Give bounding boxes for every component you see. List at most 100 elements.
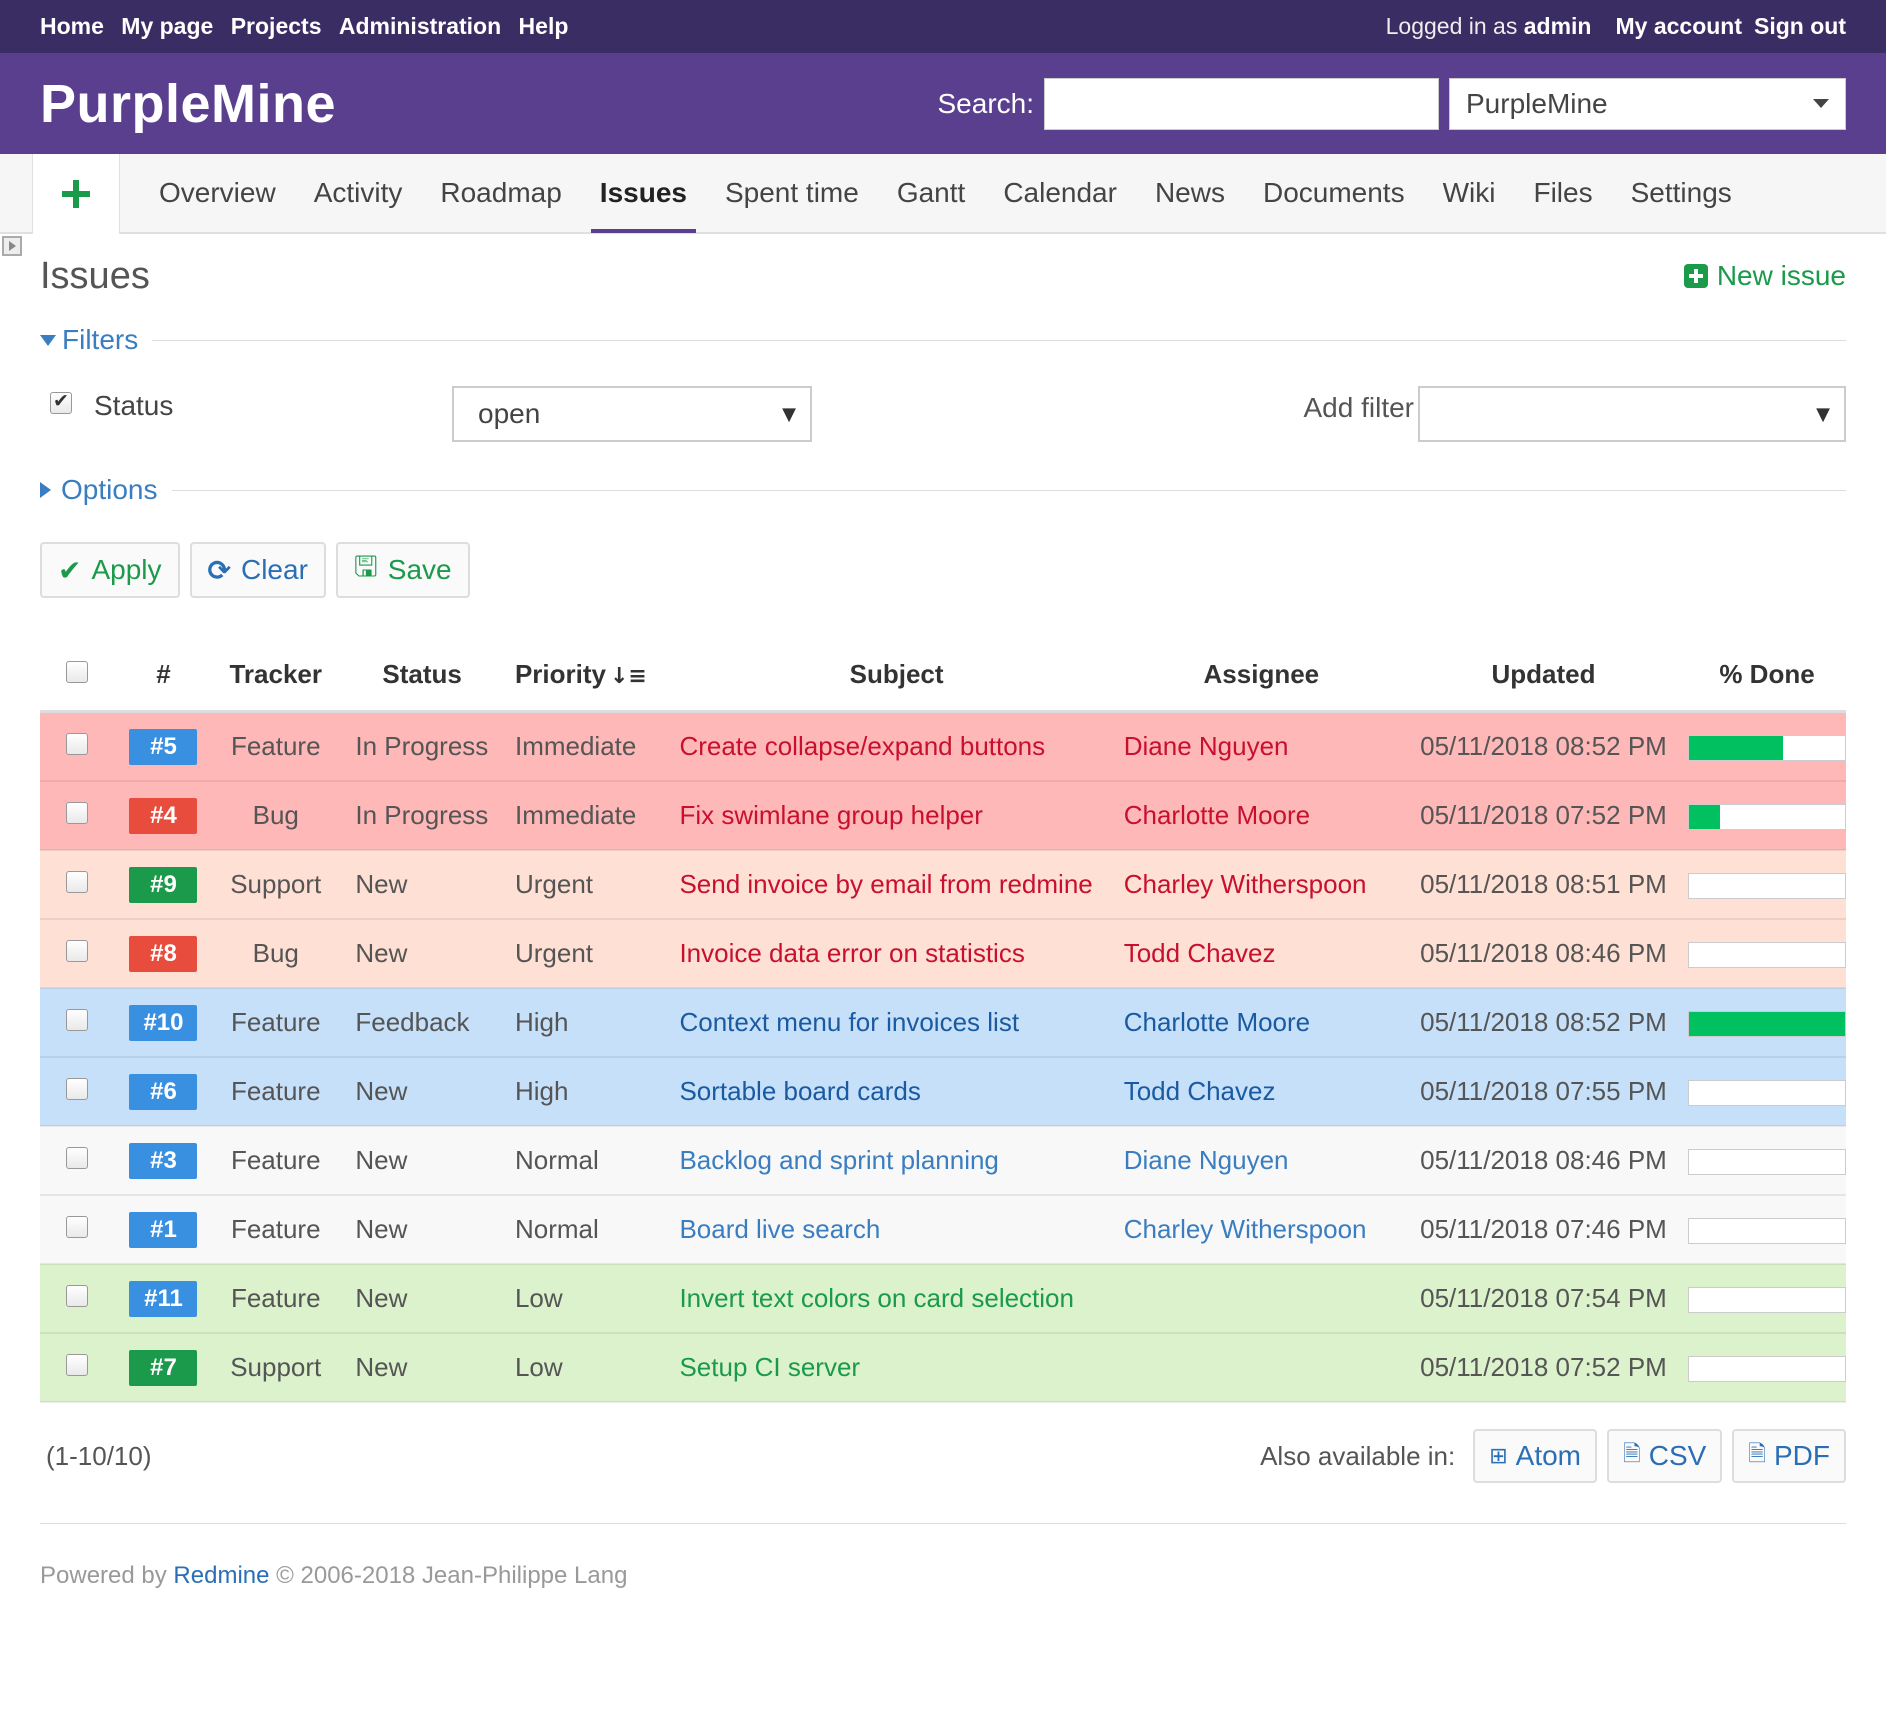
save-button[interactable]: 🖫 Save — [335, 542, 470, 598]
issue-id-badge[interactable]: #11 — [129, 1280, 198, 1317]
new-object-button[interactable] — [32, 154, 120, 234]
tab-settings[interactable]: Settings — [1612, 154, 1751, 232]
issue-subject-link[interactable]: Fix swimlane group helper — [679, 800, 982, 830]
status-operator-select[interactable]: open ▼ — [452, 386, 812, 442]
issue-id-badge[interactable]: #5 — [129, 728, 198, 765]
tab-files[interactable]: Files — [1514, 154, 1611, 232]
tab-gantt[interactable]: Gantt — [878, 154, 984, 232]
tab-issues[interactable]: Issues — [581, 154, 706, 233]
column-header-subject[interactable]: Subject — [669, 638, 1124, 713]
cell-done — [1688, 1264, 1846, 1334]
table-row[interactable]: #3 Feature New Normal Backlog and sprint pla… — [40, 1126, 1846, 1196]
column-header-id[interactable]: # — [114, 638, 213, 713]
tab-wiki[interactable]: Wiki — [1424, 154, 1515, 232]
atom-export-button[interactable]: ⊞ Atom — [1473, 1429, 1598, 1483]
row-checkbox[interactable] — [66, 1009, 89, 1031]
table-row[interactable]: #8 Bug New Urgent Invoice data error on stat… — [40, 919, 1846, 989]
assignee-link[interactable]: Diane Nguyen — [1124, 731, 1289, 761]
assignee-link[interactable]: Todd Chavez — [1124, 1076, 1276, 1106]
issue-subject-link[interactable]: Context menu for invoices list — [679, 1007, 1019, 1037]
my-page-link[interactable]: My page — [121, 13, 213, 39]
row-checkbox[interactable] — [66, 802, 89, 824]
apply-button[interactable]: ✔ Apply — [40, 542, 180, 598]
assignee-link[interactable]: Charlotte Moore — [1124, 800, 1310, 830]
cell-updated: 05/11/2018 07:52 PM — [1398, 1333, 1688, 1403]
row-checkbox[interactable] — [66, 871, 89, 893]
administration-link[interactable]: Administration — [339, 13, 501, 39]
issue-subject-link[interactable]: Board live search — [679, 1214, 880, 1244]
tab-activity[interactable]: Activity — [295, 154, 422, 232]
tab-documents[interactable]: Documents — [1244, 154, 1424, 232]
table-row[interactable]: #1 Feature New Normal Board live search Charl… — [40, 1195, 1846, 1265]
row-checkbox[interactable] — [66, 1078, 89, 1100]
assignee-link[interactable]: Charley Witherspoon — [1124, 1214, 1367, 1244]
project-jump-select[interactable]: PurpleMine — [1449, 77, 1846, 130]
column-header-tracker[interactable]: Tracker — [212, 638, 340, 713]
issue-subject-link[interactable]: Invert text colors on card selection — [679, 1283, 1074, 1313]
issue-id-badge[interactable]: #1 — [129, 1211, 198, 1248]
row-checkbox[interactable] — [66, 733, 89, 755]
status-filter-checkbox[interactable] — [50, 390, 72, 414]
column-header-priority[interactable]: Priority ↓≡ — [504, 638, 670, 713]
home-link[interactable]: Home — [40, 13, 104, 39]
issue-subject-link[interactable]: Invoice data error on statistics — [679, 938, 1024, 968]
issue-id-badge[interactable]: #10 — [129, 1004, 198, 1041]
tab-spent-time[interactable]: Spent time — [706, 154, 878, 232]
new-issue-link[interactable]: New issue — [1683, 260, 1846, 292]
issue-id-badge[interactable]: #9 — [129, 866, 198, 903]
assignee-link[interactable]: Charley Witherspoon — [1124, 869, 1367, 899]
pdf-file-icon: 🗎 — [1748, 1442, 1766, 1467]
issue-subject-cell: Create collapse/expand buttons — [669, 711, 1124, 782]
tab-overview[interactable]: Overview — [140, 154, 295, 232]
assignee-link[interactable]: Diane Nguyen — [1124, 1145, 1289, 1175]
logged-user[interactable]: admin — [1524, 13, 1592, 39]
issue-id-badge[interactable]: #8 — [129, 935, 198, 972]
filter-row-status: Status open ▼ Add filter ▼ — [40, 360, 1846, 460]
issue-id-badge[interactable]: #7 — [129, 1349, 198, 1386]
filters-toggle[interactable]: Filters — [40, 324, 138, 356]
assignee-link[interactable]: Charlotte Moore — [1124, 1007, 1310, 1037]
issue-subject-link[interactable]: Create collapse/expand buttons — [679, 731, 1045, 761]
row-checkbox[interactable] — [66, 1285, 89, 1307]
csv-export-button[interactable]: 🗎 CSV — [1607, 1429, 1723, 1483]
issue-id-badge[interactable]: #6 — [129, 1073, 198, 1110]
table-row[interactable]: #7 Support New Low Setup CI server 05/11/2018… — [40, 1333, 1846, 1403]
sign-out-link[interactable]: Sign out — [1754, 13, 1846, 40]
table-row[interactable]: #5 Feature In Progress Immediate Create coll… — [40, 711, 1846, 782]
add-filter-select[interactable]: ▼ — [1418, 386, 1846, 442]
help-link[interactable]: Help — [519, 13, 569, 39]
row-checkbox[interactable] — [66, 1354, 89, 1376]
column-header-done[interactable]: % Done — [1688, 638, 1846, 713]
cell-updated: 05/11/2018 08:52 PM — [1398, 711, 1688, 782]
row-checkbox[interactable] — [66, 940, 89, 962]
issue-subject-link[interactable]: Backlog and sprint planning — [679, 1145, 998, 1175]
issue-id-badge[interactable]: #3 — [129, 1142, 198, 1179]
table-row[interactable]: #11 Feature New Low Invert text colors on ca… — [40, 1264, 1846, 1334]
issue-id-badge[interactable]: #4 — [129, 797, 198, 834]
tab-roadmap[interactable]: Roadmap — [421, 154, 580, 232]
issue-subject-link[interactable]: Send invoice by email from redmine — [679, 869, 1092, 899]
search-input[interactable] — [1044, 77, 1439, 130]
column-header-assignee[interactable]: Assignee — [1123, 638, 1399, 713]
progress-bar — [1688, 1011, 1846, 1038]
table-row[interactable]: #10 Feature Feedback High Context menu for i… — [40, 988, 1846, 1058]
table-row[interactable]: #4 Bug In Progress Immediate Fix swimlane gr… — [40, 781, 1846, 851]
options-toggle[interactable]: Options — [40, 474, 158, 506]
projects-link[interactable]: Projects — [231, 13, 322, 39]
table-row[interactable]: #6 Feature New High Sortable board cards Todd… — [40, 1057, 1846, 1127]
issue-subject-link[interactable]: Setup CI server — [679, 1352, 860, 1382]
redmine-link[interactable]: Redmine — [173, 1562, 269, 1589]
pdf-export-button[interactable]: 🗎 PDF — [1732, 1429, 1846, 1483]
column-header-status[interactable]: Status — [339, 638, 505, 713]
assignee-link[interactable]: Todd Chavez — [1124, 938, 1276, 968]
tab-calendar[interactable]: Calendar — [984, 154, 1136, 232]
row-checkbox[interactable] — [66, 1216, 89, 1238]
select-all-checkbox[interactable] — [66, 660, 89, 683]
clear-button[interactable]: ⟳ Clear — [189, 542, 326, 598]
row-checkbox[interactable] — [66, 1147, 89, 1169]
column-header-updated[interactable]: Updated — [1398, 638, 1688, 713]
table-row[interactable]: #9 Support New Urgent Send invoice by email … — [40, 850, 1846, 920]
issue-subject-link[interactable]: Sortable board cards — [679, 1076, 920, 1106]
my-account-link[interactable]: My account — [1615, 13, 1742, 40]
tab-news[interactable]: News — [1136, 154, 1244, 232]
